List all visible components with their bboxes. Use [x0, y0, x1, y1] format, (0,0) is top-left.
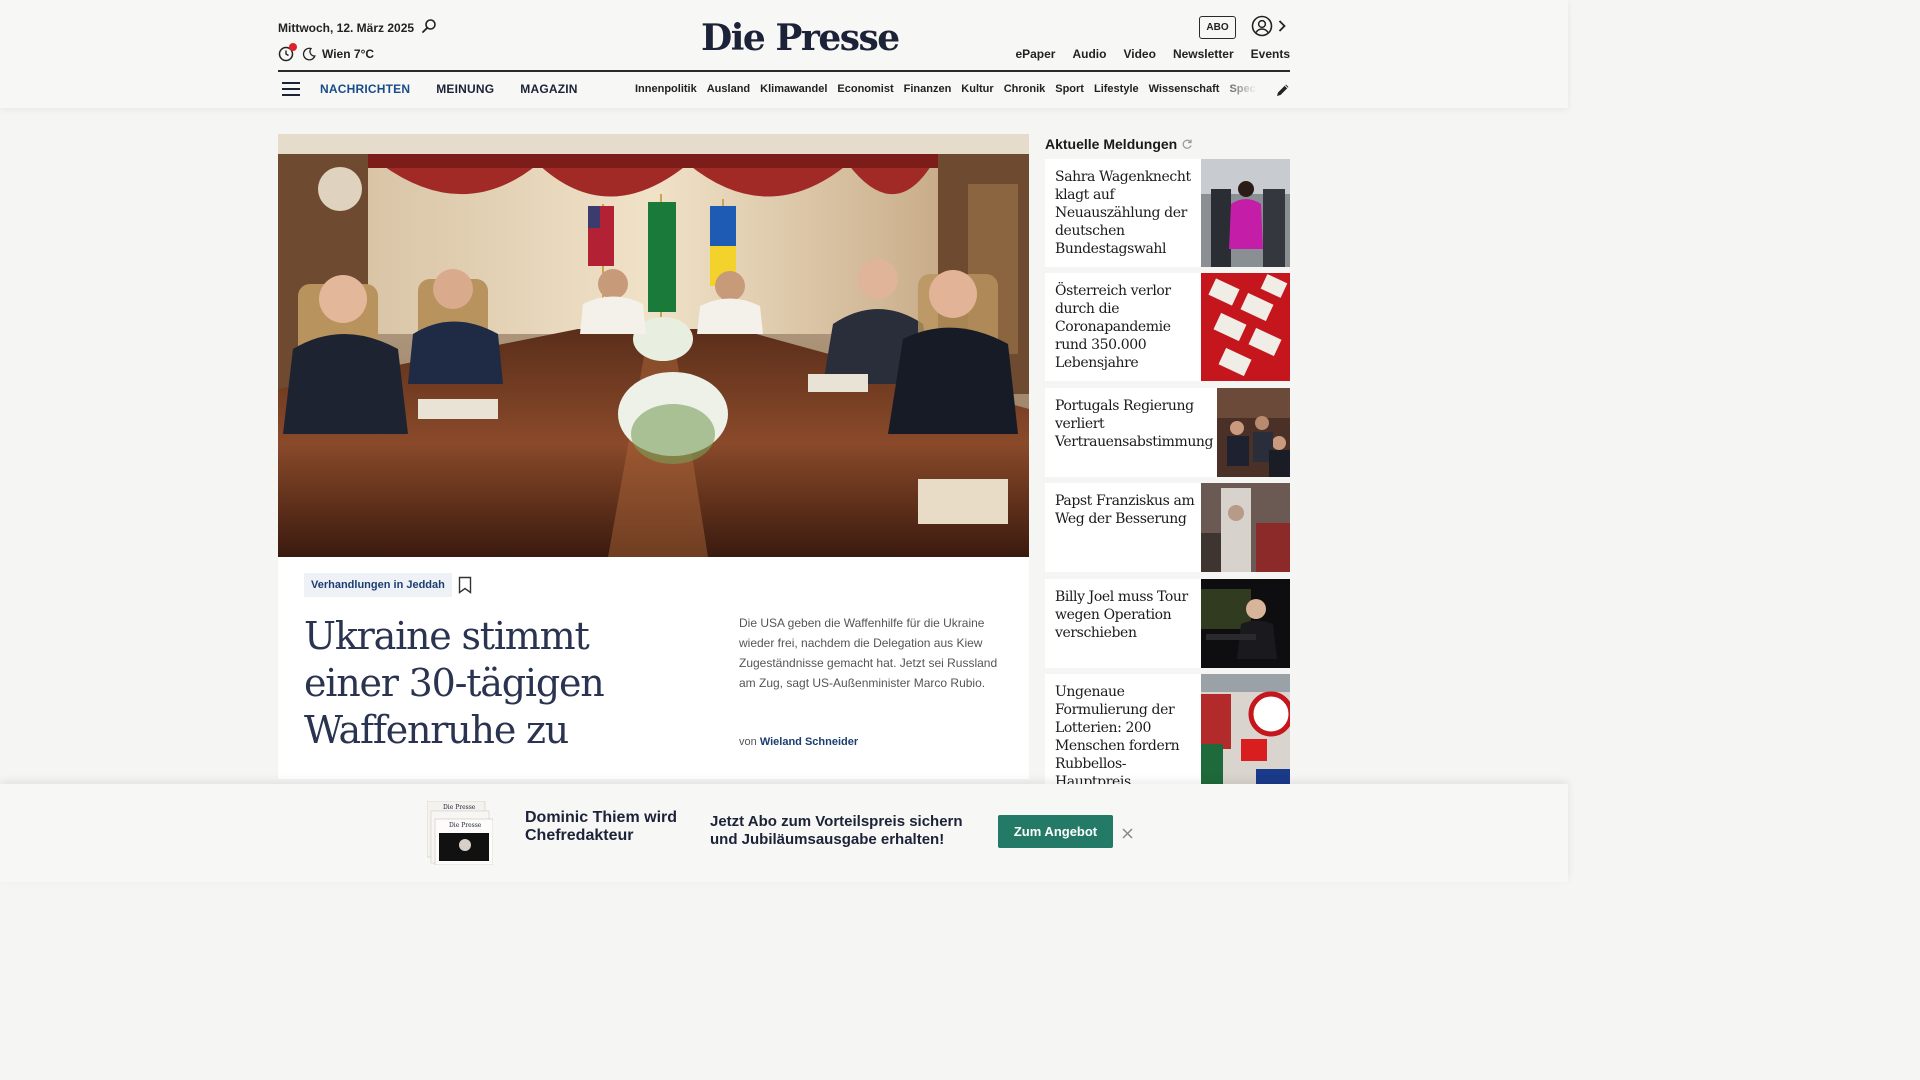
- top-links: ePaper Audio Video Newsletter Events: [1015, 47, 1290, 61]
- news-item-thumbnail: [1201, 159, 1290, 267]
- subnav-klimawandel[interactable]: Klimawandel: [760, 83, 827, 95]
- promo-headline: Dominic Thiem wird Chefredakteur: [525, 809, 678, 844]
- article-kicker[interactable]: Verhandlungen in Jeddah: [304, 573, 452, 597]
- news-item-title: Österreich verlor durch die Coronapandem…: [1055, 283, 1171, 371]
- header-inner: Mittwoch, 12. März 2025 Wien 7°C Die Pre…: [278, 0, 1290, 108]
- abo-button[interactable]: ABO: [1199, 16, 1236, 39]
- user-account-icon[interactable]: [1251, 15, 1273, 37]
- byline-prefix: von: [739, 736, 757, 748]
- header-divider: [278, 70, 1290, 72]
- news-item-title: Ungenaue Formulierung der Lotterien: 200…: [1055, 684, 1180, 784]
- article-headline[interactable]: Ukraine stimmt einer 30-tägigen Waffenru…: [304, 613, 664, 754]
- link-audio[interactable]: Audio: [1072, 47, 1106, 61]
- subnav-kultur[interactable]: Kultur: [961, 83, 993, 95]
- site-header: Mittwoch, 12. März 2025 Wien 7°C Die Pre…: [0, 0, 1568, 108]
- subnav-spectrum[interactable]: Spectrum: [1229, 83, 1257, 95]
- current-date: Mittwoch, 12. März 2025: [278, 21, 415, 35]
- article-teaser: Die USA geben die Waffenhilfe für die Uk…: [739, 616, 998, 690]
- lead-article-image[interactable]: [278, 134, 1029, 557]
- author-link[interactable]: Wieland Schneider: [760, 736, 858, 748]
- subnav-finanzen[interactable]: Finanzen: [904, 83, 952, 95]
- news-item-thumbnail: [1201, 579, 1290, 668]
- link-video[interactable]: Video: [1123, 47, 1155, 61]
- chevron-right-icon[interactable]: [1277, 19, 1287, 33]
- weather-widget: Wien 7°C: [278, 43, 375, 63]
- news-item[interactable]: Portugals Regierung verliert Vertrauensa…: [1045, 388, 1290, 477]
- clock-icon[interactable]: [278, 43, 297, 62]
- subnav-lifestyle[interactable]: Lifestyle: [1094, 83, 1139, 95]
- promo-paper-logo-front: Die Presse: [449, 822, 482, 829]
- news-item-title: Billy Joel muss Tour wegen Operation ver…: [1055, 589, 1188, 641]
- link-newsletter[interactable]: Newsletter: [1173, 47, 1234, 61]
- promo-paper-logo-back: Die Presse: [443, 804, 476, 811]
- sidebar-title-text: Aktuelle Meldungen: [1045, 136, 1178, 152]
- bookmark-icon[interactable]: [458, 576, 472, 594]
- news-item-thumbnail: [1201, 273, 1290, 381]
- news-item[interactable]: Ungenaue Formulierung der Lotterien: 200…: [1045, 674, 1290, 784]
- search-icon[interactable]: [421, 18, 437, 34]
- nav-magazin[interactable]: MAGAZIN: [520, 82, 577, 96]
- main-nav: NACHRICHTEN MEINUNG MAGAZIN: [320, 82, 578, 96]
- subnav-wissenschaft[interactable]: Wissenschaft: [1149, 83, 1220, 95]
- notification-dot: [289, 43, 297, 51]
- sub-nav: Innenpolitik Ausland Klimawandel Economi…: [635, 83, 1257, 95]
- sidebar-title: Aktuelle Meldungen: [1045, 136, 1193, 152]
- link-epaper[interactable]: ePaper: [1015, 47, 1055, 61]
- subnav-economist[interactable]: Economist: [837, 83, 893, 95]
- news-item-title: Papst Franziskus am Weg der Besserung: [1055, 493, 1195, 527]
- news-item[interactable]: Österreich verlor durch die Coronapandem…: [1045, 273, 1290, 381]
- news-item[interactable]: Papst Franziskus am Weg der Besserung: [1045, 483, 1290, 572]
- news-item-thumbnail: [1217, 388, 1290, 477]
- pencil-icon[interactable]: [1275, 82, 1291, 98]
- news-item-thumbnail: [1201, 483, 1290, 572]
- news-item[interactable]: Sahra Wagenknecht klagt auf Neuauszählun…: [1045, 159, 1290, 267]
- lead-article-card[interactable]: Verhandlungen in Jeddah Ukraine stimmt e…: [278, 557, 1029, 779]
- nav-meinung[interactable]: MEINUNG: [436, 82, 494, 96]
- news-item-title: Sahra Wagenknecht klagt auf Neuauszählun…: [1055, 169, 1191, 257]
- subnav-sport[interactable]: Sport: [1055, 83, 1084, 95]
- newspaper-stack-image: Die Presse Die Presse: [427, 801, 493, 865]
- site-logo[interactable]: Die Presse: [701, 17, 900, 59]
- news-item-title: Portugals Regierung verliert Vertrauensa…: [1055, 398, 1214, 450]
- menu-icon[interactable]: [282, 82, 300, 96]
- subnav-chronik[interactable]: Chronik: [1004, 83, 1046, 95]
- refresh-icon[interactable]: [1181, 138, 1193, 150]
- news-item-thumbnail: [1201, 674, 1290, 784]
- close-icon[interactable]: [1121, 827, 1134, 840]
- news-item[interactable]: Billy Joel muss Tour wegen Operation ver…: [1045, 579, 1290, 668]
- link-events[interactable]: Events: [1251, 47, 1290, 61]
- promo-offer-button[interactable]: Zum Angebot: [998, 815, 1113, 848]
- article-byline: von Wieland Schneider: [739, 736, 858, 748]
- nav-nachrichten[interactable]: NACHRICHTEN: [320, 82, 410, 96]
- moon-icon: [302, 47, 316, 61]
- subnav-ausland[interactable]: Ausland: [707, 83, 750, 95]
- promo-banner: Die Presse Die Presse Dominic Thiem wird…: [0, 784, 1568, 882]
- subnav-innenpolitik[interactable]: Innenpolitik: [635, 83, 697, 95]
- promo-text: Jetzt Abo zum Vorteilspreis sichern und …: [710, 813, 963, 848]
- weather-text: Wien 7°C: [322, 47, 375, 61]
- meeting-photo: [278, 134, 1029, 557]
